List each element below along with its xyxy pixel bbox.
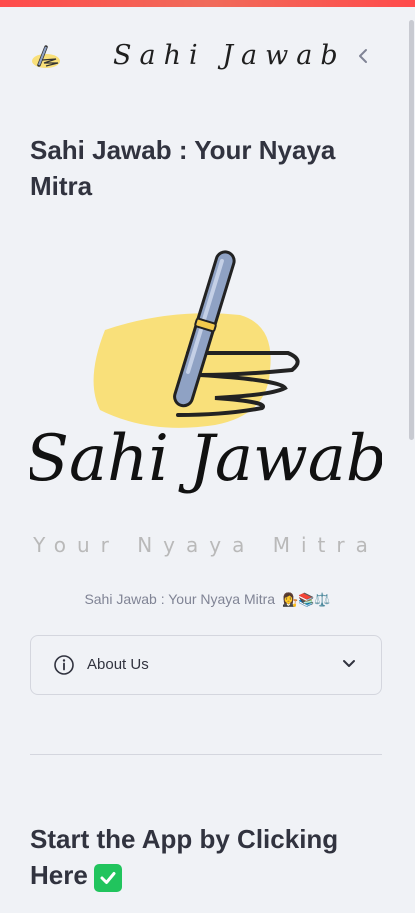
sidebar-brand: Sahi Jawab xyxy=(113,40,346,71)
chevron-down-icon xyxy=(343,660,355,667)
sidebar-scrollbar[interactable] xyxy=(409,20,414,440)
about-us-label: About Us xyxy=(87,656,149,673)
logo-icon xyxy=(30,45,64,71)
section-heading-text: Start the App by Clicking Here xyxy=(30,824,339,890)
page-title: Sahi Jawab : Your Nyaya Mitra xyxy=(30,135,336,201)
about-us-expander[interactable]: About Us xyxy=(30,635,382,695)
sidebar-header: Sahi Jawab xyxy=(0,22,415,88)
info-icon xyxy=(54,655,74,675)
caption-emojis: 👩‍⚖️📚⚖️ xyxy=(281,592,331,607)
section-heading: Start the App by Clicking Here xyxy=(30,821,370,893)
caption-text: Sahi Jawab : Your Nyaya Mitra xyxy=(84,591,276,607)
check-mark-icon xyxy=(93,864,122,892)
logo-wordmark: Sahi Jawab xyxy=(30,422,382,496)
collapse-sidebar-button[interactable] xyxy=(350,43,376,69)
chevron-left-icon xyxy=(359,49,367,63)
logo-tagline: Your Nyaya Mitra xyxy=(32,533,379,557)
hero-logo-image: Sahi Jawab Your Nyaya Mitra xyxy=(25,230,387,570)
top-accent-bar xyxy=(0,0,415,7)
divider xyxy=(30,754,382,755)
caption: Sahi Jawab : Your Nyaya Mitra 👩‍⚖️📚⚖️ xyxy=(0,591,415,608)
